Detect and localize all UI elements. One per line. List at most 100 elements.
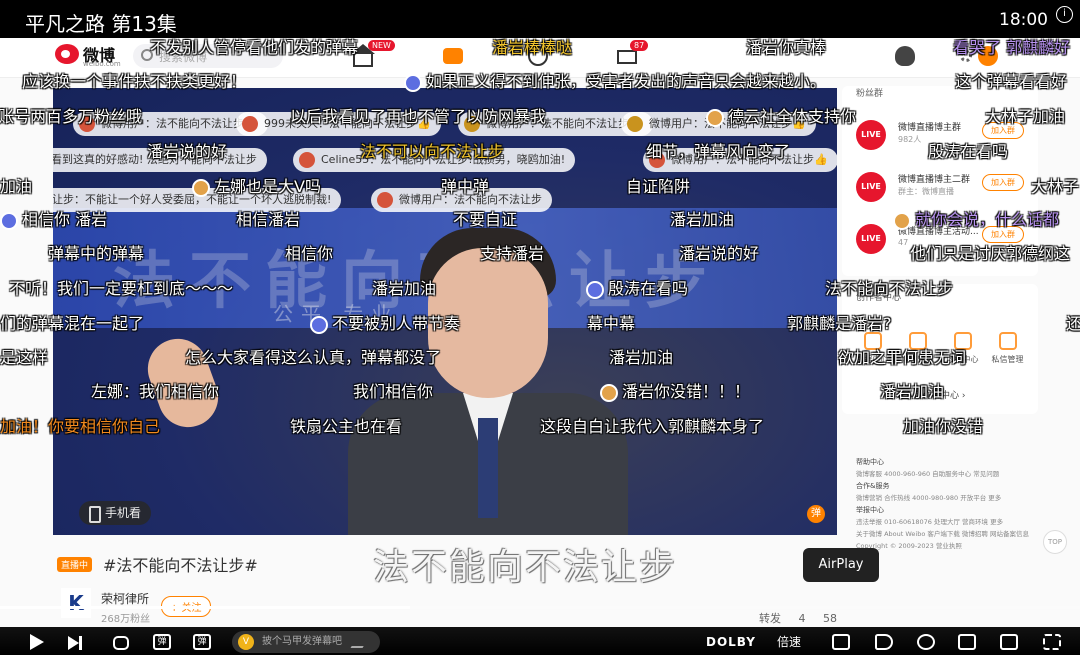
web-fullscreen-icon[interactable]	[1000, 634, 1018, 650]
weibo-eye-icon	[55, 44, 79, 64]
speed-button[interactable]: 倍速	[777, 634, 801, 650]
danmaku: 潘岩说的好	[679, 244, 760, 263]
author-name[interactable]: 荣柯律所	[101, 590, 149, 607]
back-to-top-button[interactable]: TOP	[1043, 530, 1067, 554]
danmaku: 这个弹幕看看好	[955, 72, 1068, 91]
group-count: 47	[898, 238, 909, 247]
post-topic-title[interactable]: #法不能向不法让步#	[103, 552, 258, 576]
dolby-button[interactable]: DOLBY	[706, 634, 756, 650]
danmaku-input-placeholder: 披个马甲发弹幕吧	[262, 636, 342, 647]
footer-link-row[interactable]: 关于微博 About Weibo 客户端下载 微博招聘 网站备案信息	[856, 528, 1036, 540]
comment-count[interactable]: 4	[799, 612, 806, 625]
danmaku: 看哭了 郭麒麟好	[953, 38, 1071, 57]
fan-group-item[interactable]: LIVE 微博直播博主二群 群主：微博直播 加入群	[850, 166, 1030, 206]
join-group-button[interactable]: 加入群	[982, 174, 1024, 191]
danmaku: 潘岩你真棒	[746, 38, 827, 57]
danmaku: 这段自白让我代入郭麒麟本身了	[540, 417, 765, 436]
danmaku: 如果正义得不到伸张，受害者发出的声音只会越来越小。	[404, 68, 826, 92]
video-app-window: 微博 weibo.com 搜索微博 NEW 87 法不能向不法让步 公平 专业 …	[0, 0, 1080, 655]
copyright: Copyright © 2009-2023 营业执照	[856, 542, 962, 550]
notification-icon[interactable]	[895, 46, 915, 66]
footer-heading: 帮助中心	[856, 458, 884, 466]
danmaku-text: 德云社全体支持你	[728, 107, 857, 126]
verified-badge-icon	[0, 211, 18, 230]
avatar	[627, 116, 643, 132]
like-count[interactable]: 58	[823, 612, 837, 625]
message-manage-button[interactable]: 私信管理	[985, 332, 1030, 365]
repost-button[interactable]: 转发	[759, 612, 781, 625]
danmaku: 不要自证	[453, 210, 518, 229]
danmaku: 们的弹幕混在一起了	[0, 314, 145, 333]
danmaku: 加油！你要相信你自己	[0, 417, 161, 436]
airplay-button[interactable]: AirPlay	[803, 548, 879, 582]
logo-subtext: weibo.com	[83, 60, 121, 68]
danmaku: 怎么大家看得这么认真，弹幕都没了	[185, 348, 442, 367]
footer-link-row[interactable]: 微博客服 4000-960-960 自助服务中心 常见问题	[856, 468, 1036, 480]
weibo-logo[interactable]: 微博 weibo.com	[55, 42, 125, 70]
danmaku-input[interactable]: V 披个马甲发弹幕吧	[232, 631, 380, 653]
danmaku: 法不能向不法让步	[825, 279, 954, 298]
tool-label: 私信管理	[991, 355, 1024, 364]
danmaku: 法不可以向不法让步	[360, 142, 505, 161]
picture-in-picture-icon[interactable]	[958, 634, 976, 650]
danmaku-toggle-icon[interactable]: 弹	[153, 634, 171, 650]
cast-icon[interactable]	[832, 634, 850, 650]
danmaku: 弹中弹	[441, 177, 490, 196]
danmaku-toggle-button[interactable]: 弹	[807, 505, 825, 523]
danmaku-settings-icon[interactable]: 弹	[193, 634, 211, 650]
verified-badge-icon	[404, 73, 422, 92]
next-episode-icon[interactable]	[68, 636, 82, 650]
danmaku: 细节，弹幕风向变了	[646, 142, 791, 161]
danmaku: 欲加之罪何患无词	[838, 348, 967, 367]
danmaku: 不听！我们一定要杠到底～～～	[9, 279, 234, 298]
danmaku: 是这样	[0, 348, 49, 367]
footer-links: 帮助中心 微博客服 4000-960-960 自助服务中心 常见问题 合作&服务…	[856, 456, 1036, 552]
danmaku: 加油	[0, 177, 33, 196]
danmaku-text: 潘岩你没错！！！	[622, 382, 751, 401]
avatar	[299, 152, 315, 168]
danmaku-text: 殷涛在看吗	[608, 279, 689, 298]
footer-link-row[interactable]: 微博营销 合作热线 4000-980-980 开放平台 更多	[856, 492, 1036, 504]
footer-link-row[interactable]: 违法举报 010-60618076 处理大厅 营商环境 更多	[856, 516, 1036, 528]
live-avatar-icon: LIVE	[856, 120, 886, 150]
danmaku: 潘岩棒棒哒	[492, 38, 573, 57]
danmaku: 支持潘岩	[480, 244, 545, 263]
danmaku: 相信你	[285, 244, 334, 263]
progress-bar[interactable]	[0, 606, 1080, 609]
danmaku: 幕中幕	[587, 314, 636, 333]
danmaku: 郭麒麟是潘岩?	[787, 314, 892, 333]
danmaku: 大林子	[1031, 177, 1080, 196]
home-new-badge: NEW	[368, 40, 395, 51]
loop-icon[interactable]	[113, 636, 129, 650]
danmaku: 弹幕中的弹幕	[48, 244, 145, 263]
fullscreen-icon[interactable]	[1043, 634, 1061, 650]
vip-badge-icon: V	[238, 634, 254, 650]
info-icon[interactable]: i	[1056, 6, 1073, 23]
avatar	[242, 116, 258, 132]
mail-icon[interactable]	[617, 50, 637, 64]
danmaku: 相信你 潘岩	[0, 206, 107, 230]
play-icon[interactable]	[30, 634, 44, 650]
danmaku: 殷涛在看吗	[586, 275, 688, 299]
progress-fill	[0, 606, 411, 609]
mail-count-badge: 87	[630, 40, 649, 51]
watch-on-phone-button[interactable]: 手机看	[79, 501, 152, 525]
danmaku: 潘岩说的好	[147, 142, 228, 161]
group-count: 982人	[898, 135, 922, 144]
author-avatar[interactable]: K	[61, 588, 91, 618]
danmaku: 还	[1066, 314, 1080, 333]
video-subtitle: 法不能向不法让步	[373, 547, 678, 588]
danmaku: 以后我看见了再也不管了以防网暴我	[290, 107, 547, 126]
danmaku: 德云社全体支持你	[706, 103, 856, 127]
video-icon[interactable]	[443, 48, 463, 64]
volume-icon[interactable]	[875, 634, 893, 650]
fan-count: 268万粉丝	[101, 614, 151, 625]
avatar	[377, 192, 393, 208]
danmaku: 不发别人管停看他们发的弹幕	[150, 38, 359, 57]
settings-icon[interactable]	[917, 634, 935, 650]
pen-icon[interactable]	[350, 636, 370, 648]
danmaku: 账号两百多万粉丝哦	[0, 107, 143, 126]
danmaku: 就你会说，什么话都	[893, 206, 1059, 230]
danmaku: 应该换一个事件扶不扶类更好！	[22, 72, 247, 91]
footer-heading: 合作&服务	[856, 482, 890, 490]
